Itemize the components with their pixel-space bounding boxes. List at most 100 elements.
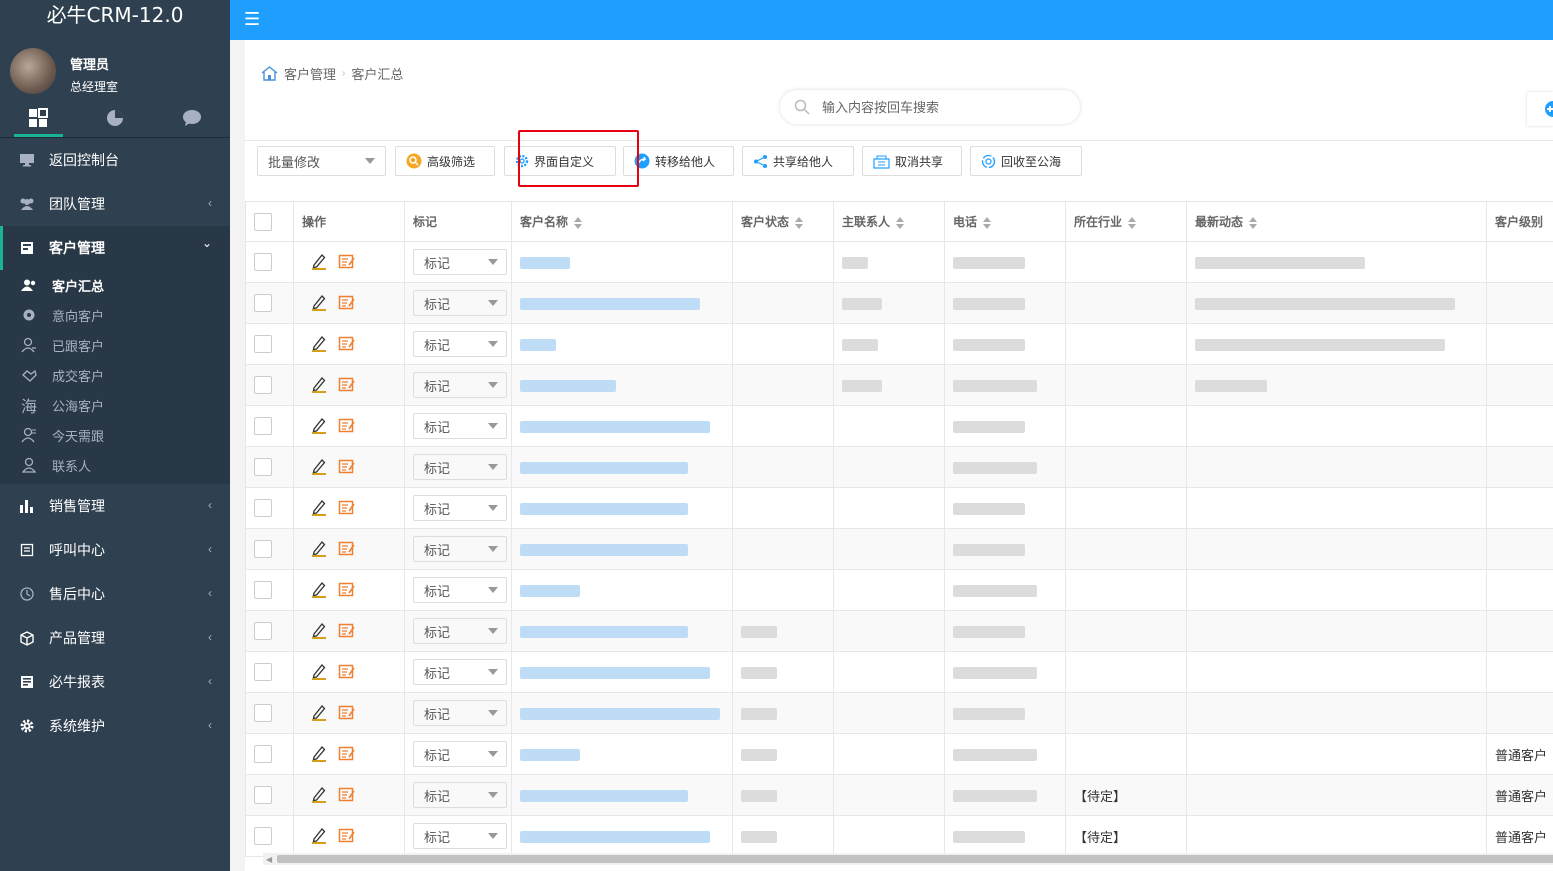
row-checkbox[interactable] [254,827,272,845]
row-customer-name-cell[interactable] [511,528,733,570]
row-checkbox[interactable] [254,540,272,558]
sidebar-item-intent-customer[interactable]: 意向客户 [0,300,230,330]
menu-toggle-icon[interactable]: ☰ [244,9,260,30]
nav-customer[interactable]: 客户管理 ⌄ [0,226,230,270]
row-customer-name-cell[interactable] [511,569,733,611]
table-row[interactable]: 标记 【待定】 普通客户 [245,774,1553,816]
nav-product[interactable]: 产品管理 ‹ [0,616,230,660]
edit-icon[interactable] [310,785,328,806]
edit-icon[interactable] [310,457,328,478]
recycle-to-sea-button[interactable]: 回收至公海 [970,146,1082,176]
detail-icon[interactable] [338,376,356,395]
select-all-checkbox[interactable] [254,212,272,231]
detail-icon[interactable] [338,581,356,600]
mark-select[interactable]: 标记 [413,331,507,357]
sidebar-item-deal-customer[interactable]: 成交客户 [0,360,230,390]
horizontal-scrollbar[interactable]: ◀ [263,853,1553,865]
header-latest-activity[interactable]: 最新动态 [1186,201,1487,242]
table-row[interactable]: 标记 普通客户 [245,733,1553,775]
row-customer-name-cell[interactable] [511,774,733,816]
mark-select[interactable]: 标记 [413,413,507,439]
sidebar-item-sea-customer[interactable]: 海 公海客户 [0,390,230,420]
row-checkbox[interactable] [254,458,272,476]
mark-select[interactable]: 标记 [413,782,507,808]
edit-icon[interactable] [310,744,328,765]
row-checkbox[interactable] [254,622,272,640]
nav-sales[interactable]: 销售管理 ‹ [0,484,230,528]
table-row[interactable]: 标记 [245,528,1553,570]
advanced-filter-button[interactable]: 高级筛选 [395,146,495,176]
batch-edit-select[interactable]: 批量修改 [257,146,386,176]
header-customer-name[interactable]: 客户名称 [511,201,733,242]
breadcrumb-customer-management[interactable]: 客户管理 [284,64,336,83]
row-customer-name-cell[interactable] [511,323,733,365]
table-row[interactable]: 标记 [245,692,1553,734]
detail-icon[interactable] [338,622,356,641]
row-customer-name-cell[interactable] [511,692,733,734]
user-profile[interactable]: 管理员 总经理室 [0,32,230,98]
row-checkbox[interactable] [254,786,272,804]
table-row[interactable]: 标记 【待定】 普通客户 [245,815,1553,857]
row-checkbox[interactable] [254,294,272,312]
row-checkbox[interactable] [254,663,272,681]
detail-icon[interactable] [338,704,356,723]
nav-call-center[interactable]: 呼叫中心 ‹ [0,528,230,572]
edit-icon[interactable] [310,621,328,642]
nav-after-sales[interactable]: 售后中心 ‹ [0,572,230,616]
header-phone[interactable]: 电话 [944,201,1066,242]
edit-icon[interactable] [310,334,328,355]
header-industry[interactable]: 所在行业 [1065,201,1187,242]
row-customer-name-cell[interactable] [511,815,733,857]
detail-icon[interactable] [338,827,356,846]
sidebar-item-followed-customer[interactable]: 已跟客户 [0,330,230,360]
row-customer-name-cell[interactable] [511,241,733,283]
detail-icon[interactable] [338,540,356,559]
row-checkbox[interactable] [254,376,272,394]
table-row[interactable]: 标记 [245,610,1553,652]
mark-select[interactable]: 标记 [413,372,507,398]
table-row[interactable]: 标记 [245,241,1553,283]
add-customer-button[interactable] [1527,92,1553,126]
scrollbar-thumb[interactable] [277,855,1553,863]
table-row[interactable]: 标记 [245,364,1553,406]
detail-icon[interactable] [338,458,356,477]
nav-report[interactable]: 必牛报表 ‹ [0,660,230,704]
mark-select[interactable]: 标记 [413,536,507,562]
detail-icon[interactable] [338,786,356,805]
nav-dashboard[interactable]: 返回控制台 [0,138,230,182]
edit-icon[interactable] [310,703,328,724]
detail-icon[interactable] [338,745,356,764]
detail-icon[interactable] [338,663,356,682]
row-checkbox[interactable] [254,704,272,722]
row-customer-name-cell[interactable] [511,364,733,406]
share-button[interactable]: 共享给他人 [742,146,854,176]
mark-select[interactable]: 标记 [413,659,507,685]
mark-select[interactable]: 标记 [413,741,507,767]
nav-system[interactable]: 系统维护 ‹ [0,704,230,748]
mark-select[interactable]: 标记 [413,249,507,275]
table-row[interactable]: 标记 [245,487,1553,529]
scroll-left-icon[interactable]: ◀ [266,855,272,864]
row-customer-name-cell[interactable] [511,405,733,447]
row-checkbox[interactable] [254,745,272,763]
edit-icon[interactable] [310,580,328,601]
detail-icon[interactable] [338,335,356,354]
cancel-share-button[interactable]: 取消共享 [862,146,962,176]
header-main-contact[interactable]: 主联系人 [833,201,945,242]
mark-select[interactable]: 标记 [413,290,507,316]
row-customer-name-cell[interactable] [511,651,733,693]
sidebar-item-today-follow[interactable]: 今天需跟 [0,420,230,450]
edit-icon[interactable] [310,416,328,437]
table-row[interactable]: 标记 [245,651,1553,693]
tab-chat[interactable] [153,98,230,137]
edit-icon[interactable] [310,293,328,314]
table-row[interactable]: 标记 [245,446,1553,488]
row-checkbox[interactable] [254,499,272,517]
row-customer-name-cell[interactable] [511,733,733,775]
row-customer-name-cell[interactable] [511,282,733,324]
tab-chart[interactable] [77,98,154,137]
table-row[interactable]: 标记 [245,282,1553,324]
mark-select[interactable]: 标记 [413,823,507,849]
edit-icon[interactable] [310,662,328,683]
edit-icon[interactable] [310,539,328,560]
